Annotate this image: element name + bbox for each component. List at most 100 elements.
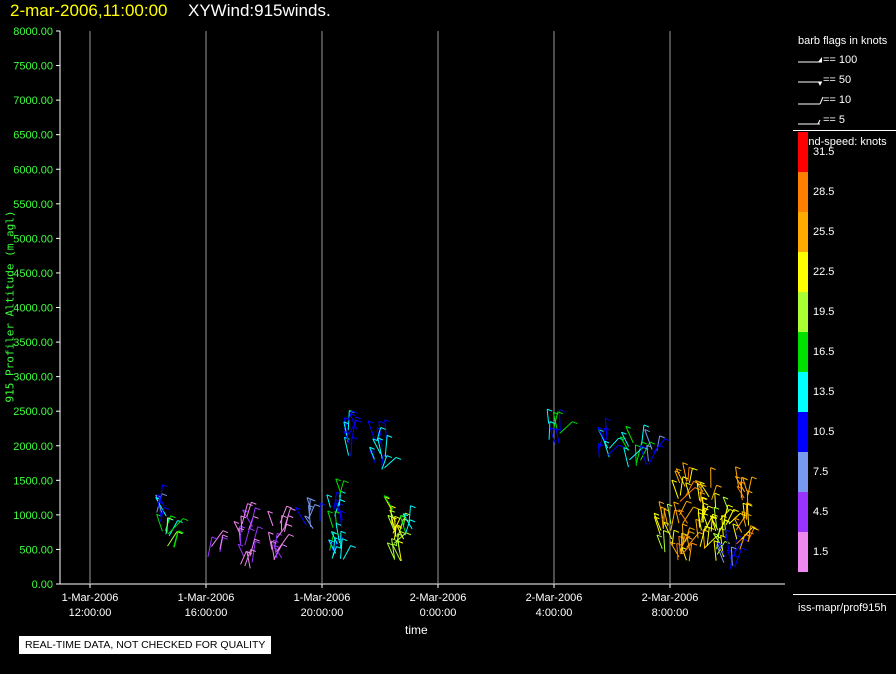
wind-barb — [688, 468, 693, 483]
wind-barb-flag — [339, 499, 346, 503]
wind-barb-flag — [162, 484, 168, 488]
speed-swatch — [798, 452, 808, 492]
wind-barb — [634, 444, 637, 466]
wind-barb — [342, 545, 352, 560]
speed-scale-label: 25.5 — [813, 226, 835, 238]
x-tick-date: 1-Mar-2006 — [294, 592, 351, 604]
x-axis-label: time — [405, 623, 428, 637]
wind-barb-flag — [222, 534, 228, 538]
x-tick-date: 1-Mar-2006 — [178, 592, 235, 604]
y-tick-label: 2000.00 — [13, 441, 53, 453]
speed-scale-label: 28.5 — [813, 186, 835, 198]
wind-barb-flag — [396, 524, 402, 528]
wind-barb — [377, 437, 383, 459]
wind-barb-flag — [163, 506, 170, 510]
wind-barb — [606, 444, 619, 457]
wind-barb-flag — [736, 534, 742, 538]
x-tick-time: 20:00:00 — [301, 607, 344, 619]
speed-swatch — [798, 492, 808, 532]
barb-5-icon — [798, 119, 821, 125]
wind-barb — [676, 543, 679, 561]
wind-barb — [241, 503, 248, 525]
y-tick-label: 5000.00 — [13, 233, 53, 245]
wind-barb — [251, 541, 256, 563]
barb-5-label: == 5 — [823, 114, 846, 126]
wind-barb-flag — [660, 506, 667, 510]
y-tick-label: 0.00 — [32, 579, 53, 591]
wind-barb-chart: 0.00 500.00 1000.00 1500.00 2000.00 2500.00 30… — [13, 26, 785, 619]
wind-barb-flag — [751, 476, 757, 480]
wind-barb — [367, 420, 376, 441]
y-tick-label: 500.00 — [19, 544, 53, 556]
y-tick-label: 1000.00 — [13, 510, 53, 522]
y-tick-label: 7000.00 — [13, 95, 53, 107]
wind-barb-flag — [716, 484, 722, 488]
wind-barb-flag — [405, 532, 412, 536]
speed-swatch — [798, 212, 808, 252]
wind-barb-flag — [253, 515, 259, 519]
barb-50-icon — [798, 81, 822, 86]
wind-barb-flag — [340, 490, 346, 494]
wind-barb-flag — [682, 523, 688, 527]
wind-barb-flag — [288, 515, 294, 519]
wind-barb — [327, 510, 334, 528]
wind-barb-flag — [547, 408, 553, 412]
speed-scale-label: 10.5 — [813, 426, 835, 438]
wind-barb-flag — [714, 492, 720, 496]
wind-barb-flag — [286, 505, 292, 509]
y-tick-label: 4000.00 — [13, 303, 53, 315]
wind-barb-flag — [694, 487, 700, 491]
wind-barb-flag — [161, 493, 168, 497]
x-tick-date: 1-Mar-2006 — [62, 592, 119, 604]
wind-barb-flag — [673, 529, 680, 533]
wind-barb-flag — [386, 434, 393, 438]
wind-barb — [700, 484, 702, 503]
wind-barb — [670, 509, 676, 531]
wind-barb-flag — [319, 502, 326, 506]
wind-barb-flag — [713, 506, 720, 510]
wind-barb — [279, 506, 288, 524]
legend-panel: barb flags in knots == 100 == 50 == 10 =… — [793, 30, 896, 626]
wind-barb-flag — [222, 530, 229, 534]
wind-barb-flag — [741, 547, 747, 551]
speed-swatch — [798, 132, 808, 172]
y-tick-label: 3500.00 — [13, 337, 53, 349]
wind-barb — [283, 515, 289, 533]
wind-barb-flag — [254, 507, 261, 511]
wind-barb-flag — [605, 417, 611, 421]
speed-swatch — [798, 252, 808, 292]
wind-barb-flag — [356, 419, 362, 423]
wind-barb-flag — [350, 545, 356, 549]
wind-barb — [219, 534, 224, 550]
wind-barb — [244, 528, 250, 546]
wind-barb-flag — [693, 506, 699, 510]
wind-barb-flag — [310, 498, 316, 502]
wind-barb — [648, 445, 660, 465]
wind-barb — [549, 427, 557, 446]
wind-barb-flag — [746, 513, 752, 517]
wind-barb — [250, 507, 256, 529]
wind-barb-flag — [686, 500, 692, 504]
wind-barb-flag — [340, 530, 347, 534]
x-tick-date: 2-Mar-2006 — [526, 592, 583, 604]
wind-barb-flag — [410, 505, 416, 509]
y-axis-label: 915 Profiler Altitude (m agl) — [3, 210, 17, 403]
x-tick-date: 2-Mar-2006 — [410, 592, 467, 604]
wind-barb — [384, 435, 388, 457]
speed-scale-label: 19.5 — [813, 306, 835, 318]
y-tick-label: 6000.00 — [13, 164, 53, 176]
barb-legend-title: barb flags in knots — [798, 35, 888, 47]
barb-10-label: == 10 — [823, 94, 852, 106]
wind-barb-flag — [727, 504, 734, 508]
wind-barb — [276, 534, 290, 553]
wind-barb-flag — [691, 542, 698, 546]
y-tick-label: 5500.00 — [13, 199, 53, 211]
wind-barb — [333, 492, 338, 510]
wind-barb-flag — [618, 444, 624, 448]
wind-barb — [166, 517, 169, 533]
wind-barb-flag — [355, 416, 361, 420]
wind-barb-flag — [343, 480, 349, 484]
speed-scale-label: 22.5 — [813, 266, 835, 278]
wind-barb — [240, 551, 247, 565]
speed-scale-label: 13.5 — [813, 386, 835, 398]
